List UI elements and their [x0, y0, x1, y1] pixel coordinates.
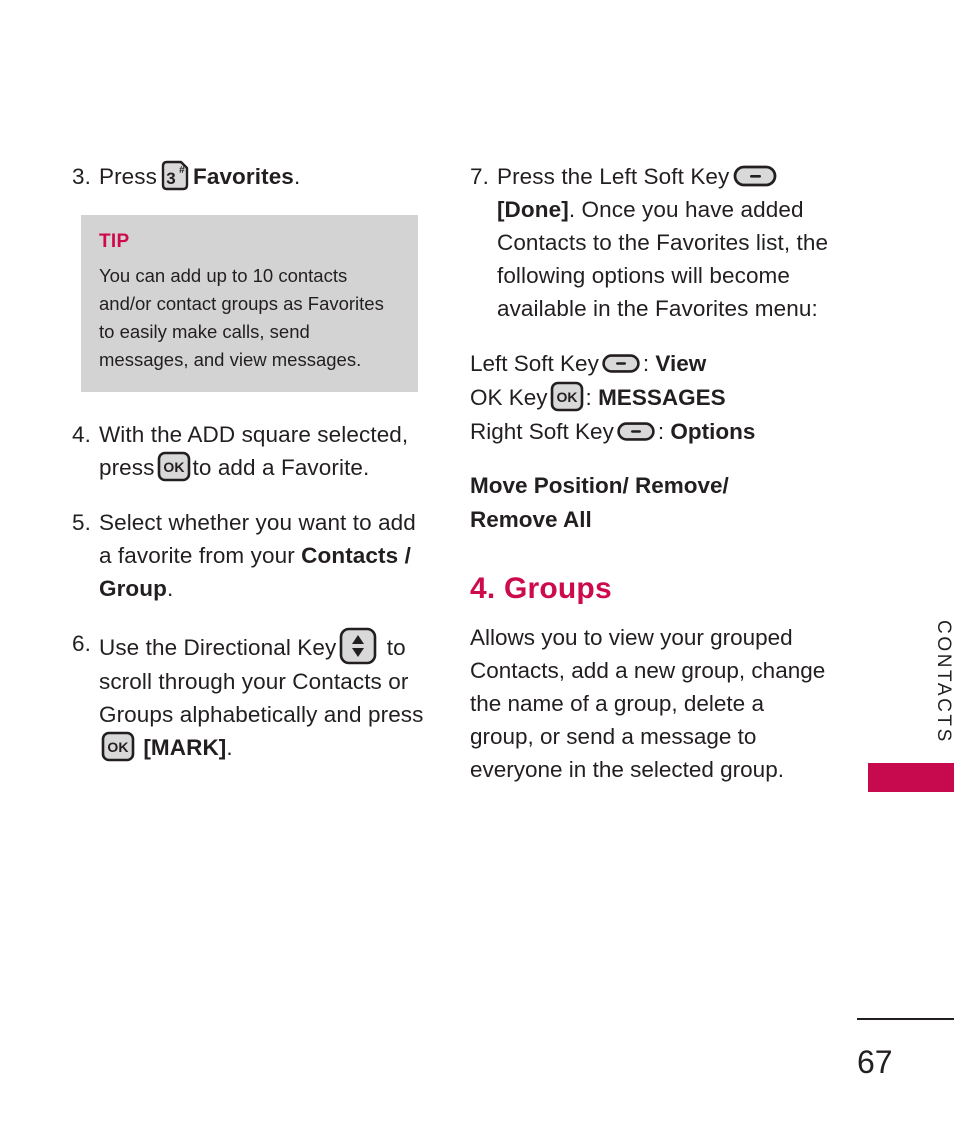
ok-key-icon: OK [101, 731, 135, 762]
softkey-left-value: View [655, 351, 707, 376]
ok-key-icon: OK [550, 381, 584, 412]
options-list: Move Position/ Remove/ Remove All [470, 469, 830, 537]
right-column: 7. Press the Left Soft Key [Done]. Once … [470, 160, 830, 806]
step-3-bold-text: Favorites [192, 164, 294, 189]
step-6-bold-text: [MARK] [143, 735, 227, 760]
step-6-part3: . [226, 735, 233, 760]
step-3-text-before: Press [98, 164, 157, 189]
step-6-body: Use the Directional Key to scroll throug… [99, 627, 432, 764]
step-3-text-after: . [293, 164, 301, 189]
softkey-left-label: Left Soft Key [470, 351, 599, 376]
footer-rule [857, 1018, 954, 1020]
softkey-ok-value: MESSAGES [598, 385, 726, 410]
step-3: 3. Press 3 # Favorites. [72, 160, 432, 193]
softkey-mapping-list: Left Soft Key: View OK Key OK: MESSAGES R… [470, 347, 830, 449]
softkey-row-left: Left Soft Key: View [470, 347, 830, 381]
softkey-ok-separator: : [585, 385, 592, 410]
softkey-right-separator: : [657, 419, 665, 444]
softkey-row-ok: OK Key OK: MESSAGES [470, 381, 830, 415]
svg-text:OK: OK [107, 739, 128, 755]
step-7: 7. Press the Left Soft Key [Done]. Once … [470, 160, 830, 325]
step-3-number: 3. [72, 164, 91, 189]
step-7-part1: Press the Left Soft Key [496, 164, 730, 189]
svg-text:OK: OK [163, 459, 184, 475]
step-5-number: 5. [72, 510, 91, 535]
directional-key-icon [339, 627, 377, 665]
soft-key-pill-icon [733, 165, 777, 187]
ok-key-icon: OK [157, 451, 191, 482]
softkey-right-value: Options [670, 419, 756, 444]
step-6-part1: Use the Directional Key [98, 635, 337, 660]
soft-key-pill-icon [602, 354, 640, 373]
softkey-ok-label: OK Key [470, 385, 548, 410]
step-4: 4. With the ADD square selected, press OK… [72, 418, 432, 484]
side-tab-label: CONTACTS [933, 620, 954, 744]
section-body-groups: Allows you to view your grouped Contacts… [470, 625, 826, 782]
step-4-part2: to add a Favorite. [192, 455, 370, 480]
tip-title: TIP [99, 231, 130, 252]
svg-text:3: 3 [166, 169, 176, 188]
svg-text:OK: OK [556, 389, 577, 405]
svg-text:#: # [179, 165, 185, 176]
step-7-bold-text: [Done] [496, 197, 569, 222]
step-5-part2: . [166, 576, 174, 601]
numeric-key-3-icon: 3 # [160, 160, 190, 192]
step-6-number: 6. [72, 631, 91, 656]
step-4-body: With the ADD square selected, press OK to … [99, 418, 432, 484]
tip-body: You can add up to 10 contacts and/or con… [99, 265, 384, 370]
manual-page: 3. Press 3 # Favorites. TIP You can add up … [0, 0, 954, 1145]
step-7-number: 7. [470, 164, 489, 189]
softkey-left-separator: : [642, 351, 650, 376]
step-7-body: Press the Left Soft Key [Done]. Once you… [497, 160, 830, 325]
tip-box: TIP You can add up to 10 contacts and/or… [81, 215, 418, 392]
options-line-1: Move Position/ Remove/ [470, 473, 729, 498]
softkey-right-label: Right Soft Key [470, 419, 614, 444]
options-line-2: Remove All [470, 507, 592, 532]
left-column: 3. Press 3 # Favorites. TIP You can add up … [72, 160, 432, 786]
softkey-row-right: Right Soft Key: Options [470, 415, 830, 449]
soft-key-pill-icon [617, 422, 655, 441]
side-tab-bar [868, 763, 954, 792]
step-5-body: Select whether you want to add a favorit… [99, 506, 432, 605]
step-5: 5. Select whether you want to add a favo… [72, 506, 432, 605]
step-3-body: Press 3 # Favorites. [99, 160, 432, 193]
step-6: 6. Use the Directional Key to scroll thr… [72, 627, 432, 764]
step-4-number: 4. [72, 422, 91, 447]
section-heading-groups: 4. Groups [470, 572, 612, 605]
page-number: 67 [857, 1044, 893, 1080]
